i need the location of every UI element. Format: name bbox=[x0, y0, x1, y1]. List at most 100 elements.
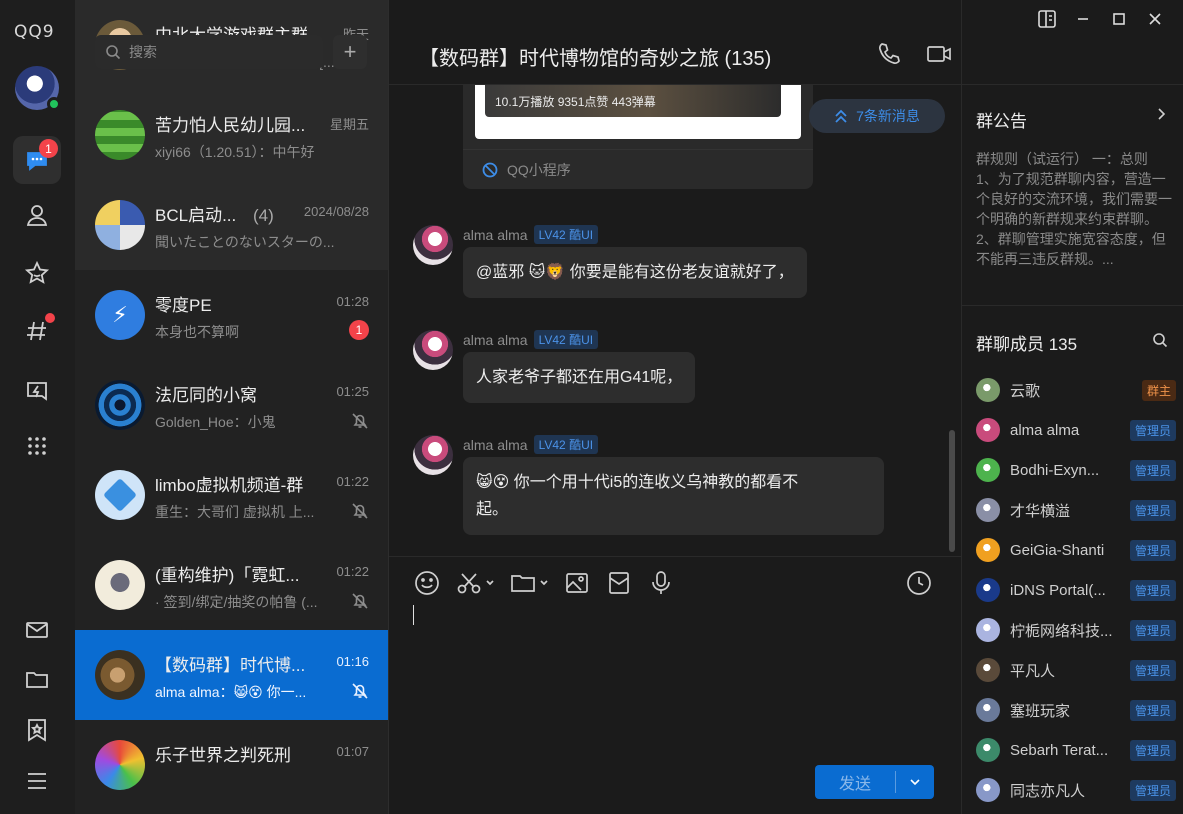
text-cursor bbox=[413, 605, 414, 625]
red-packet-button[interactable] bbox=[605, 569, 633, 597]
member-row[interactable]: 才华横溢 管理员 bbox=[976, 490, 1176, 530]
games-nav-button[interactable] bbox=[13, 366, 61, 414]
sender-line: alma alma LV42 酷UI bbox=[463, 435, 599, 454]
files-nav-button[interactable] bbox=[13, 655, 61, 703]
video-call-button[interactable] bbox=[925, 40, 953, 73]
maximize-icon bbox=[1113, 13, 1125, 25]
conversation-item[interactable]: BCL启动... (4) 2024/08/28 聞いたことのないスターの... bbox=[75, 180, 388, 270]
member-row[interactable]: 同志亦凡人 管理员 bbox=[976, 770, 1176, 810]
member-avatar bbox=[976, 498, 1000, 522]
minimize-button[interactable] bbox=[1072, 8, 1094, 35]
maximize-button[interactable] bbox=[1108, 8, 1130, 35]
message-scrollbar[interactable] bbox=[949, 430, 955, 552]
member-role-badge: 管理员 bbox=[1129, 500, 1176, 521]
chat-panel: 【数码群】时代博物馆的奇妙之旅 (135) 10.1万播放 9351点赞 443… bbox=[389, 0, 1157, 814]
sender-avatar[interactable] bbox=[413, 330, 453, 370]
microphone-icon bbox=[652, 571, 670, 594]
sender-name[interactable]: alma alma bbox=[463, 227, 528, 243]
video-thumbnail: 10.1万播放 9351点赞 443弹幕 bbox=[475, 85, 801, 139]
search-input[interactable] bbox=[129, 44, 309, 60]
message-list[interactable]: 10.1万播放 9351点赞 443弹幕 QQ小程序 7条新消息 alma al… bbox=[389, 84, 961, 556]
chat-title: 【数码群】时代博物馆的奇妙之旅 (135) bbox=[419, 48, 772, 70]
members-title: 群聊成员 135 bbox=[976, 335, 1078, 354]
member-row[interactable]: 柠栀网络科技... 管理员 bbox=[976, 610, 1176, 650]
emoji-button[interactable] bbox=[413, 569, 441, 597]
voice-button[interactable] bbox=[647, 569, 675, 597]
member-avatar bbox=[976, 578, 1000, 602]
member-row[interactable]: GeiGia-Shanti 管理员 bbox=[976, 530, 1176, 570]
conversation-item[interactable]: ⚡ 零度PE 01:28 本身也不算啊 1 bbox=[75, 270, 388, 360]
search-icon bbox=[106, 45, 121, 60]
mini-program-label: QQ小程序 bbox=[507, 161, 571, 178]
conversation-avatar bbox=[95, 650, 145, 700]
bookmarks-nav-button[interactable] bbox=[13, 706, 61, 754]
member-row[interactable]: 平凡人 管理员 bbox=[976, 650, 1176, 690]
sender-line: alma alma LV42 酷UI bbox=[463, 330, 599, 349]
pin-window-button[interactable] bbox=[1036, 8, 1058, 35]
member-name: 平凡人 bbox=[1010, 662, 1056, 680]
screenshot-button[interactable] bbox=[455, 569, 495, 597]
nav-rail: QQ9 1 bbox=[0, 0, 75, 814]
mail-nav-button[interactable] bbox=[13, 606, 61, 654]
conversation-time: 星期五 bbox=[329, 117, 369, 132]
message-bubble[interactable]: 人家老爷子都还在用G41呢， bbox=[463, 352, 696, 403]
member-row[interactable]: Bodhi-Exyn... 管理员 bbox=[976, 450, 1176, 490]
conversation-item[interactable]: 法厄同的小窝 01:25 Golden_Hoe：小鬼 bbox=[75, 360, 388, 450]
sender-name[interactable]: alma alma bbox=[463, 332, 528, 348]
member-row[interactable]: 塞班玩家 管理员 bbox=[976, 690, 1176, 730]
voice-call-button[interactable] bbox=[875, 40, 903, 73]
search-box[interactable] bbox=[95, 35, 323, 69]
conversation-item[interactable]: 乐子世界之判死刑 01:07 bbox=[75, 720, 388, 810]
contacts-nav-button[interactable] bbox=[13, 191, 61, 239]
send-button[interactable]: 发送 bbox=[815, 770, 895, 794]
messages-nav-button[interactable]: 1 bbox=[13, 136, 61, 184]
composer-toolbar bbox=[413, 569, 675, 597]
message-bubble[interactable]: @蓝邪 🐱🦁 你要是能有这份老友谊就好了， bbox=[463, 247, 807, 298]
conversation-avatar: ⚡ bbox=[95, 290, 145, 340]
file-button[interactable] bbox=[509, 569, 549, 597]
channels-nav-button[interactable] bbox=[13, 307, 61, 355]
new-messages-button[interactable]: 7条新消息 bbox=[809, 99, 945, 133]
close-button[interactable] bbox=[1144, 8, 1166, 35]
mail-icon bbox=[26, 622, 48, 638]
conversation-item[interactable]: (重构维护)「霓虹... 01:22 · 签到/绑定/抽奖の帕鲁 (... bbox=[75, 540, 388, 630]
mini-program-footer: QQ小程序 bbox=[463, 149, 813, 189]
my-avatar[interactable] bbox=[15, 66, 61, 111]
person-icon bbox=[26, 205, 48, 226]
unread-badge: 1 bbox=[349, 320, 369, 340]
search-icon bbox=[1153, 333, 1168, 348]
group-notice[interactable]: 群公告 群规则（试运行） 一：总则 1、为了规范群聊内容，营造一个良好的交流环境… bbox=[962, 84, 1183, 306]
conversation-item[interactable]: 苦力怕人民幼儿园... 星期五 xiyi66（1.20.51）：中午好 bbox=[75, 90, 388, 180]
sender-avatar[interactable] bbox=[413, 435, 453, 475]
history-button[interactable] bbox=[905, 569, 933, 597]
member-role-badge: 管理员 bbox=[1129, 660, 1176, 681]
member-search-button[interactable] bbox=[1152, 332, 1168, 353]
member-row[interactable]: alma alma 管理员 bbox=[976, 410, 1176, 450]
add-button[interactable]: + bbox=[333, 35, 367, 69]
send-options-button[interactable] bbox=[896, 776, 934, 788]
member-role-badge: 管理员 bbox=[1129, 540, 1176, 561]
conversation-item[interactable]: limbo虚拟机频道-群 01:22 重生：大哥们 虚拟机 上... bbox=[75, 450, 388, 540]
sender-name[interactable]: alma alma bbox=[463, 437, 528, 453]
image-icon bbox=[566, 573, 588, 593]
member-row[interactable]: Sebarh Terat... 管理员 bbox=[976, 730, 1176, 770]
sender-avatar[interactable] bbox=[413, 225, 453, 265]
image-button[interactable] bbox=[563, 569, 591, 597]
mini-program-card[interactable]: 10.1万播放 9351点赞 443弹幕 QQ小程序 bbox=[463, 85, 813, 189]
member-role-badge: 管理员 bbox=[1129, 620, 1176, 641]
message-bubble[interactable]: 😸😵 你一个用十代i5的连收义乌神教的都看不 起。 bbox=[463, 457, 884, 535]
send-controls: 发送 bbox=[815, 765, 934, 799]
mute-icon bbox=[351, 502, 369, 520]
member-name: GeiGia-Shanti bbox=[1010, 541, 1105, 559]
member-avatar bbox=[976, 778, 1000, 802]
menu-nav-button[interactable] bbox=[13, 757, 61, 805]
conversation-time: 01:22 bbox=[336, 474, 369, 489]
conversation-item-selected[interactable]: 【数码群】时代博... 01:16 alma alma：😸😵 你一... bbox=[75, 630, 388, 720]
hamburger-menu-icon bbox=[28, 773, 46, 789]
member-row[interactable]: iDNS Portal(... 管理员 bbox=[976, 570, 1176, 610]
phone-icon bbox=[879, 43, 900, 64]
favorites-nav-button[interactable] bbox=[13, 249, 61, 297]
apps-nav-button[interactable] bbox=[13, 422, 61, 470]
member-row[interactable]: 云歌 群主 bbox=[976, 370, 1176, 410]
member-avatar bbox=[976, 458, 1000, 482]
